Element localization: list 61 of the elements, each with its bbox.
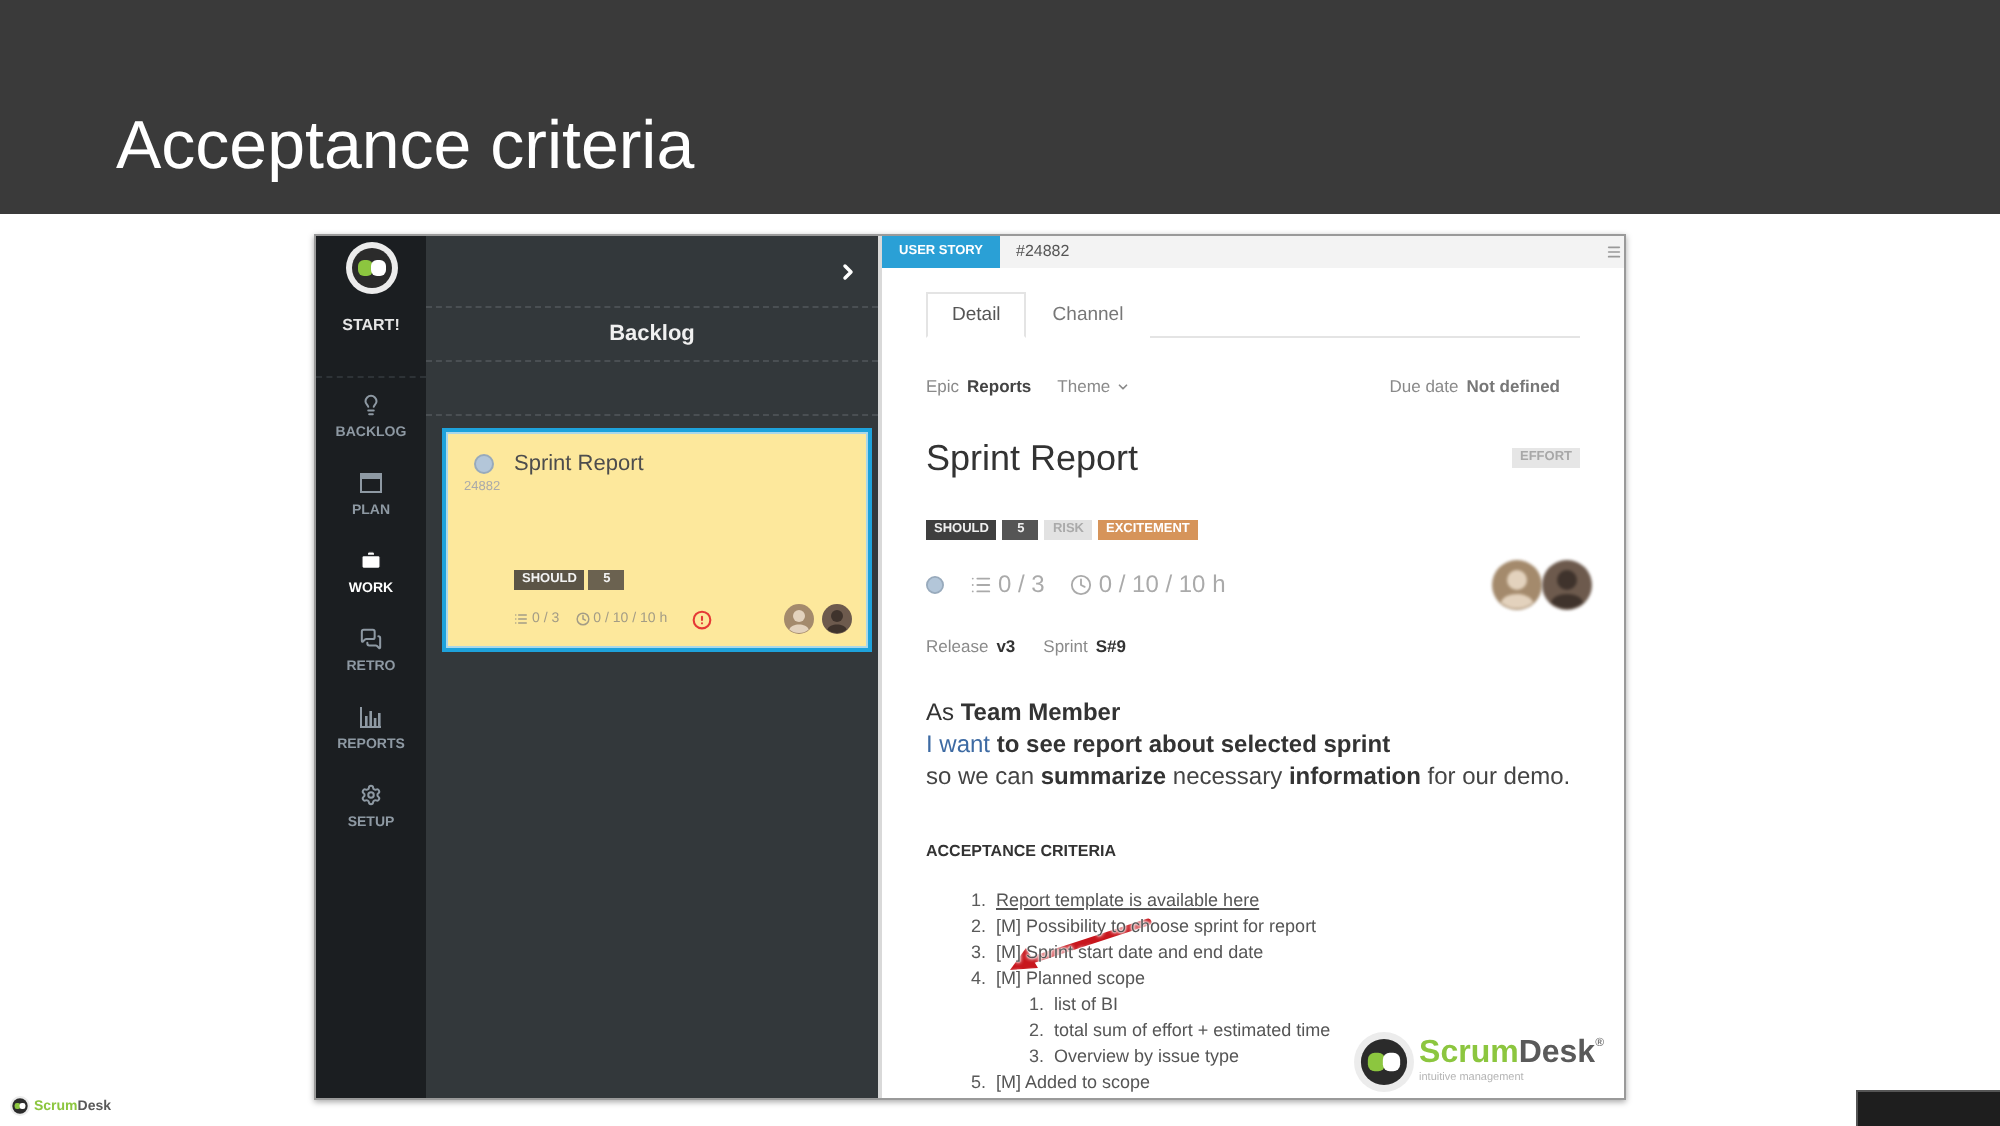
list-number: 1. — [968, 888, 986, 914]
card-title: Sprint Report — [514, 452, 644, 476]
field-label: Sprint — [1043, 636, 1088, 658]
list-icon — [970, 573, 992, 595]
avatar — [1542, 559, 1592, 609]
field-label: Epic — [926, 376, 960, 398]
field-label: Due date — [1389, 376, 1459, 398]
avatar — [822, 604, 852, 634]
field-value: Reports — [967, 376, 1032, 398]
caption-panel — [1856, 1090, 2000, 1126]
logo-icon — [10, 1096, 30, 1116]
start-label: START! — [342, 316, 400, 336]
list-number: 3. — [1026, 1044, 1044, 1070]
theme-dropdown[interactable]: Theme — [1057, 376, 1131, 398]
criteria-item: Overview by issue type — [1054, 1044, 1240, 1070]
criteria-item: total sum of effort + estimated time — [1054, 1018, 1331, 1044]
story-sentence: so we can summarize necessary information for our demo. — [926, 760, 1573, 792]
avatar — [784, 604, 814, 634]
menu-icon — [1606, 244, 1622, 260]
bar-chart-icon — [360, 706, 382, 728]
clock-icon — [1070, 573, 1093, 595]
list-number: 3. — [968, 940, 986, 966]
slide-title: Acceptance criteria — [116, 108, 695, 184]
logo-wordmark: ScrumDesk$^{®}$ — [1419, 1038, 1604, 1070]
chat-icon — [360, 628, 382, 650]
settings-icon — [360, 784, 382, 806]
column-title: Backlog — [426, 308, 878, 362]
criteria-item: [M] Added to scope — [996, 1070, 1151, 1096]
story-sentence: I want to see report about selected sprint — [926, 728, 1393, 760]
caret-icon — [1116, 380, 1131, 394]
list-number: 2. — [968, 914, 986, 940]
time-estimate: 0 / 10 / 10 h — [1098, 570, 1226, 598]
menu-button[interactable] — [1606, 244, 1622, 260]
list-number: 4. — [968, 966, 986, 992]
criteria-item: [M] Planned scope — [996, 966, 1146, 992]
criteria-link[interactable]: Report template is available here — [996, 888, 1260, 914]
field-label: Release — [926, 636, 989, 658]
tab[interactable]: Detail — [926, 292, 1027, 338]
field-value: S#9 — [1095, 636, 1126, 658]
avatar — [1492, 559, 1542, 609]
lightbulb-icon — [360, 394, 382, 416]
story-number: #24882 — [1016, 240, 1070, 264]
criteria-item: list of BI — [1054, 992, 1119, 1018]
logo-icon — [345, 242, 397, 294]
section-heading: ACCEPTANCE CRITERIA — [926, 840, 1118, 862]
criteria-item: [M] Sprint start date and end date — [996, 940, 1264, 966]
status-circle-icon — [474, 454, 494, 474]
list-icon — [514, 612, 528, 626]
list-number: 2. — [1026, 1018, 1044, 1044]
story-sentence: As Team Member — [926, 696, 1123, 728]
list-number: 1. — [1026, 992, 1044, 1018]
field-value: v3 — [996, 636, 1016, 658]
clock-icon — [575, 612, 590, 626]
field-value: Not defined — [1466, 376, 1560, 398]
list-number: 5. — [968, 1070, 986, 1096]
status-circle-icon — [926, 575, 944, 593]
briefcase-icon — [360, 550, 382, 572]
task-count: 0 / 3 — [998, 570, 1045, 598]
logo-icon — [1353, 1032, 1414, 1092]
board-icon — [360, 472, 382, 494]
story-title: Sprint Report — [926, 436, 1139, 480]
